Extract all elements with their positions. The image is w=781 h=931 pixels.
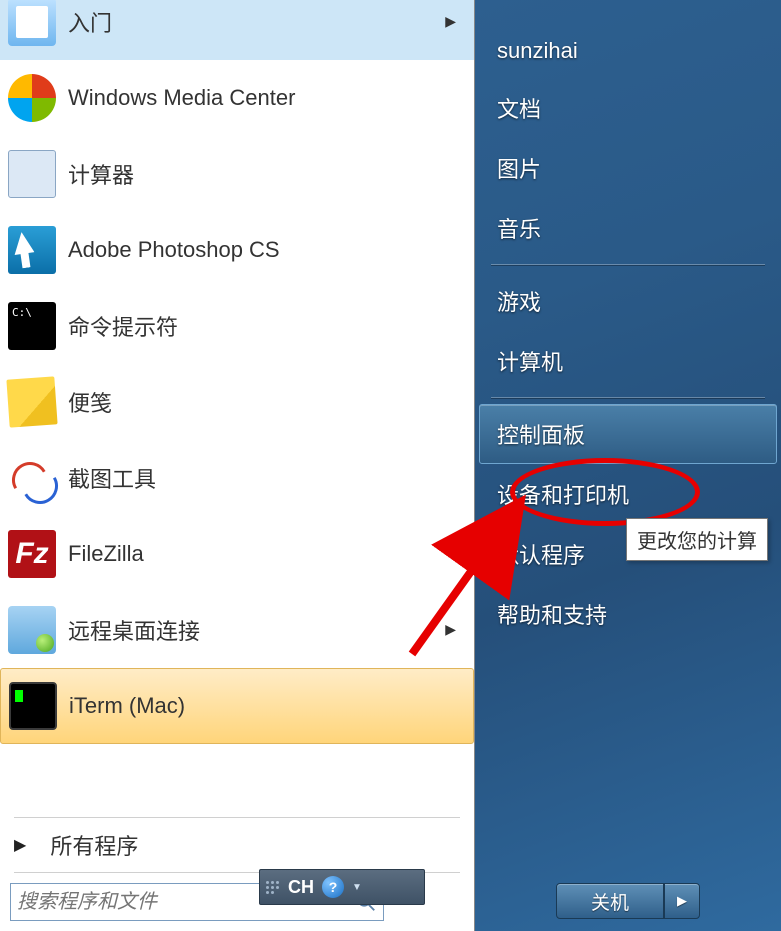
divider: [14, 817, 460, 818]
program-label: iTerm (Mac): [69, 693, 465, 719]
all-programs-arrow-icon: ▶: [14, 835, 26, 855]
documents-link[interactable]: 文档: [475, 78, 781, 138]
program-label: Adobe Photoshop CS: [68, 237, 466, 263]
program-label: 便笺: [68, 386, 466, 418]
command-prompt-icon: [8, 302, 56, 350]
devices-printers-link[interactable]: 设备和打印机: [475, 464, 781, 524]
program-item-sticky-notes[interactable]: 便笺: [0, 364, 474, 440]
separator: [491, 397, 765, 398]
shutdown-options-button[interactable]: ▶: [664, 883, 700, 919]
program-label: 远程桌面连接: [68, 614, 445, 646]
start-menu: UC浏览器 ▶ 入门 ▶ Windows Media Center 计算器 Ad…: [0, 0, 781, 931]
program-item-filezilla[interactable]: Fz FileZilla: [0, 516, 474, 592]
getting-started-icon: [8, 0, 56, 46]
programs-list: UC浏览器 ▶ 入门 ▶ Windows Media Center 计算器 Ad…: [0, 0, 474, 815]
tooltip: 更改您的计算: [626, 518, 768, 561]
program-label: 截图工具: [68, 462, 466, 494]
all-programs-button[interactable]: ▶ 所有程序: [0, 820, 474, 870]
separator: [491, 264, 765, 265]
calculator-icon: [8, 150, 56, 198]
control-panel-link[interactable]: 控制面板: [479, 404, 777, 464]
program-label: 命令提示符: [68, 310, 466, 342]
submenu-arrow-icon: ▶: [445, 621, 456, 638]
program-item-snipping-tool[interactable]: 截图工具: [0, 440, 474, 516]
ime-language-label[interactable]: CH: [288, 877, 314, 898]
ime-dropdown-icon[interactable]: ▼: [352, 882, 362, 893]
windows-media-center-icon: [8, 74, 56, 122]
program-item-photoshop[interactable]: Adobe Photoshop CS: [0, 212, 474, 288]
snipping-tool-icon: [8, 454, 56, 502]
filezilla-icon: Fz: [8, 530, 56, 578]
program-label: 计算器: [68, 158, 466, 190]
start-menu-left-panel: UC浏览器 ▶ 入门 ▶ Windows Media Center 计算器 Ad…: [0, 0, 475, 931]
program-item-wmc[interactable]: Windows Media Center: [0, 60, 474, 136]
ime-grip-icon[interactable]: [266, 875, 280, 899]
program-label: Windows Media Center: [68, 85, 466, 111]
program-item-rdp[interactable]: 远程桌面连接 ▶: [0, 592, 474, 668]
games-link[interactable]: 游戏: [475, 271, 781, 331]
program-item-intro[interactable]: 入门 ▶: [0, 0, 474, 60]
shutdown-group: 关机 ▶: [475, 883, 781, 919]
all-programs-label: 所有程序: [50, 829, 138, 861]
remote-desktop-icon: [8, 606, 56, 654]
search-row: CH ? ▼: [0, 875, 474, 931]
program-label: 入门: [68, 6, 445, 38]
program-item-calculator[interactable]: 计算器: [0, 136, 474, 212]
ime-help-icon[interactable]: ?: [322, 876, 344, 898]
sticky-notes-icon: [6, 376, 57, 427]
ime-language-bar[interactable]: CH ? ▼: [259, 869, 425, 905]
start-menu-right-panel: sunzihai 文档 图片 音乐 游戏 计算机 控制面板 设备和打印机 默认程…: [475, 0, 781, 931]
program-item-cmd[interactable]: 命令提示符: [0, 288, 474, 364]
shutdown-button[interactable]: 关机: [556, 883, 664, 919]
music-link[interactable]: 音乐: [475, 198, 781, 258]
iterm-icon: [9, 682, 57, 730]
help-support-link[interactable]: 帮助和支持: [475, 584, 781, 644]
submenu-arrow-icon: ▶: [445, 13, 456, 30]
pictures-link[interactable]: 图片: [475, 138, 781, 198]
program-label: FileZilla: [68, 541, 466, 567]
user-folder-link[interactable]: sunzihai: [475, 24, 781, 78]
photoshop-icon: [8, 226, 56, 274]
computer-link[interactable]: 计算机: [475, 331, 781, 391]
program-item-iterm[interactable]: iTerm (Mac): [0, 668, 474, 744]
